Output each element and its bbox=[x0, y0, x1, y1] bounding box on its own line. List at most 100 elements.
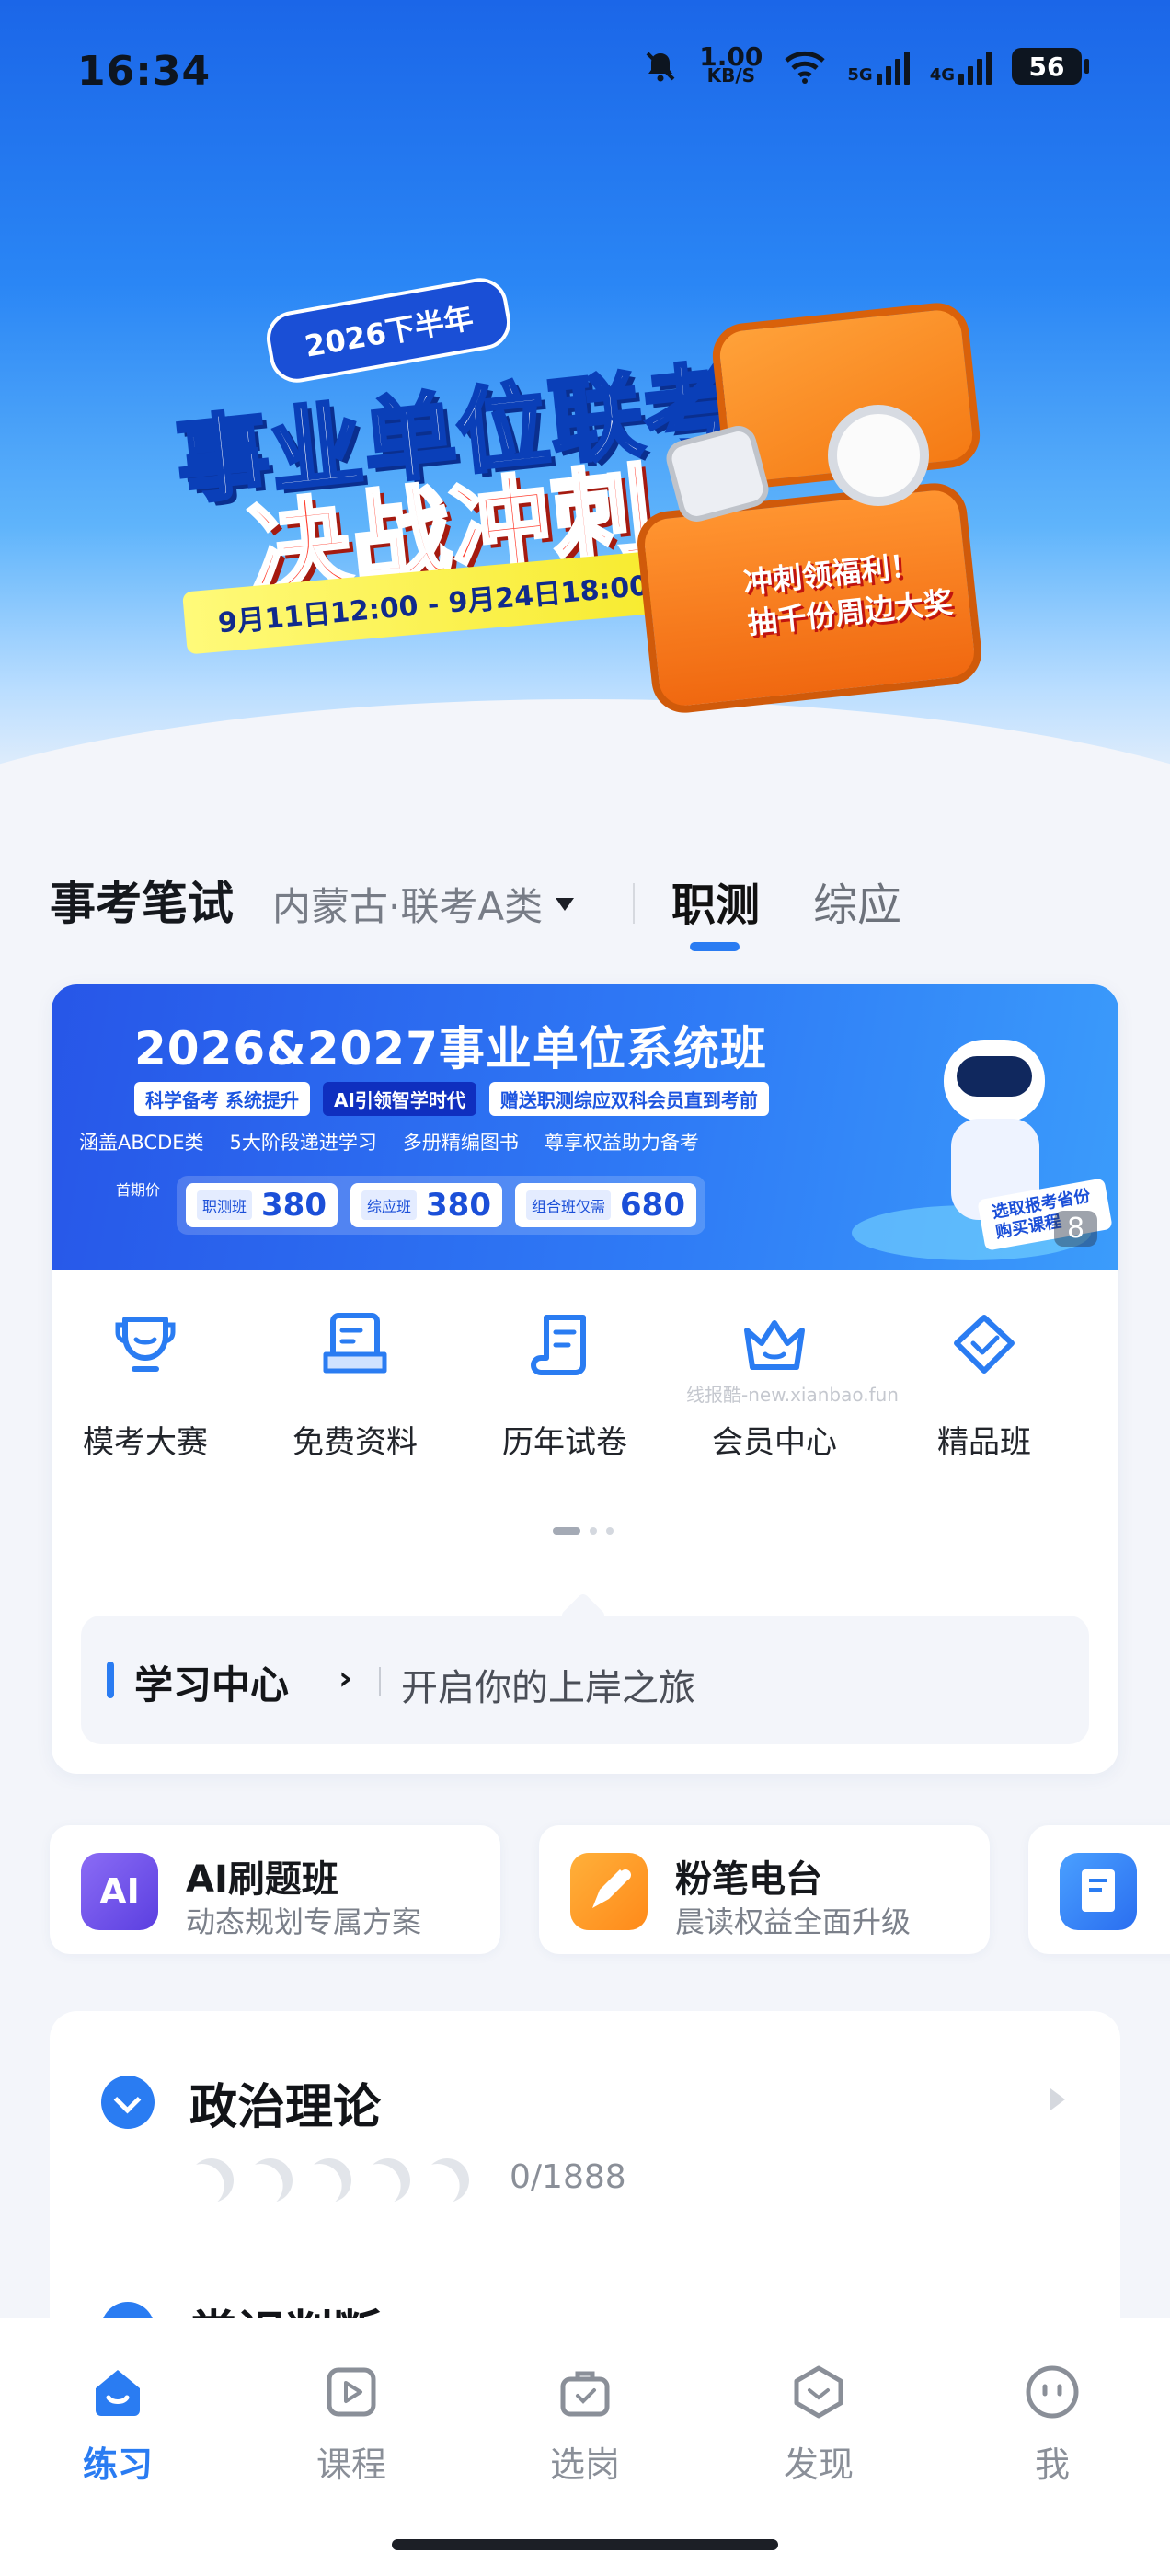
divider bbox=[633, 883, 635, 924]
nav-label: 发现 bbox=[783, 2444, 854, 2485]
ai-icon: AI bbox=[81, 1853, 158, 1930]
promo-feature: 涵盖ABCDE类 bbox=[79, 1132, 204, 1154]
play-arrow-icon[interactable] bbox=[1050, 2088, 1065, 2110]
quick-item-premium-class[interactable]: 精品班 bbox=[911, 1306, 1058, 1462]
price-name: 综应班 bbox=[361, 1190, 418, 1220]
status-time: 16:34 bbox=[77, 48, 212, 95]
status-bar: 16:34 1.00 KB/S 5G 4G 56 bbox=[0, 0, 1170, 147]
signal-4g-icon: 4G bbox=[930, 48, 992, 85]
signal-4g-label: 4G bbox=[929, 65, 955, 85]
quick-item-label: 精品班 bbox=[937, 1424, 1031, 1461]
book-icon bbox=[1060, 1853, 1137, 1930]
nav-label: 选岗 bbox=[549, 2444, 620, 2485]
tab-zhice[interactable]: 职测 bbox=[671, 868, 760, 933]
nav-label: 练习 bbox=[82, 2444, 153, 2485]
course-promo-title: 2026&2027事业单位系统班 bbox=[134, 1022, 767, 1075]
network-speed-unit: KB/S bbox=[706, 64, 756, 86]
play-square-icon bbox=[327, 2367, 376, 2417]
quick-item-label: 历年试卷 bbox=[502, 1424, 627, 1461]
bottom-nav: 练习 课程 选岗 发现 我 bbox=[0, 2318, 1170, 2576]
promo-feature: 多册精编图书 bbox=[402, 1132, 519, 1154]
price-label: 首期价 bbox=[116, 1181, 161, 1199]
price-name: 职测班 bbox=[197, 1190, 253, 1220]
feature-card-book[interactable] bbox=[1028, 1825, 1170, 1954]
trophy-icon bbox=[115, 1317, 176, 1372]
price-name: 组合班仅需 bbox=[526, 1190, 612, 1220]
watermark-text: 线报酷-new.xianbao.fun bbox=[686, 1384, 899, 1406]
carousel-counter: 8 bbox=[1054, 1211, 1098, 1247]
divider bbox=[379, 1667, 381, 1696]
tab-zongying[interactable]: 综应 bbox=[813, 868, 901, 933]
bell-muted-icon bbox=[646, 52, 675, 82]
feature-title: AI刷题班 bbox=[186, 1858, 338, 1901]
tab-active-indicator bbox=[690, 942, 740, 951]
feature-card-ai-practice[interactable]: AI AI刷题班 动态规划专属方案 bbox=[50, 1825, 500, 1954]
moon-icon bbox=[240, 2150, 301, 2211]
signal-5g-label: 5G bbox=[847, 65, 873, 85]
promo-feature: 5大阶段递进学习 bbox=[229, 1132, 377, 1154]
home-indicator[interactable] bbox=[392, 2539, 778, 2550]
study-center-title: 学习中心 bbox=[134, 1662, 290, 1708]
nav-courses[interactable]: 课程 bbox=[287, 2363, 416, 2487]
feature-card-radio[interactable]: 粉笔电台 晨读权益全面升级 bbox=[539, 1825, 990, 1954]
practice-home-icon bbox=[96, 2370, 140, 2416]
region-selector[interactable]: 内蒙古·联考A类 bbox=[272, 876, 575, 932]
document-tray-icon bbox=[323, 1313, 387, 1374]
main-card: 2026&2027事业单位系统班 科学备考 系统提升 AI引领智学时代 赠送职测… bbox=[52, 984, 1118, 1774]
quick-item-free-materials[interactable]: 免费资料 bbox=[281, 1306, 429, 1462]
promo-tag: 赠送职测综应双科会员直到考前 bbox=[488, 1082, 769, 1116]
hero-banner[interactable]: 16:34 1.00 KB/S 5G 4G 56 2026下半年 事业单位联考 … bbox=[0, 0, 1170, 810]
quick-item-label: 会员中心 bbox=[712, 1424, 837, 1461]
promo-tag: AI引领智学时代 bbox=[322, 1082, 476, 1116]
moon-icon bbox=[299, 2150, 360, 2211]
subject-progress: 0/1888 bbox=[510, 2158, 626, 2196]
region-label: 内蒙古·联考A类 bbox=[272, 884, 544, 929]
price-value: 680 bbox=[620, 1187, 685, 1224]
page-indicator bbox=[553, 1527, 614, 1535]
nav-label: 我 bbox=[1034, 2444, 1070, 2485]
course-promo-features: 涵盖ABCDE类 5大阶段递进学习 多册精编图书 尊享权益助力备考 bbox=[79, 1128, 699, 1156]
signal-5g-icon: 5G bbox=[847, 48, 910, 85]
discover-hexagon-icon bbox=[794, 2365, 843, 2419]
scroll-paper-icon bbox=[531, 1315, 586, 1375]
nav-discover[interactable]: 发现 bbox=[754, 2363, 883, 2487]
profile-face-icon bbox=[1026, 2365, 1079, 2419]
feature-subtitle: 动态规划专属方案 bbox=[186, 1904, 422, 1939]
exam-tab-row: 事考笔试 内蒙古·联考A类 职测 综应 bbox=[0, 856, 1170, 957]
moon-icon bbox=[358, 2150, 419, 2211]
status-icons: 1.00 KB/S 5G 4G 56 bbox=[642, 41, 1089, 86]
moon-icon bbox=[181, 2150, 242, 2211]
hero-curve bbox=[0, 699, 1170, 810]
feature-subtitle: 晨读权益全面升级 bbox=[675, 1904, 912, 1939]
moon-icon bbox=[417, 2150, 477, 2211]
promo-feature: 尊享权益助力备考 bbox=[544, 1132, 699, 1154]
quick-item-past-papers[interactable]: 历年试卷 bbox=[491, 1306, 638, 1462]
price-list: 职测班 380 综应班 380 组合班仅需 680 bbox=[177, 1176, 705, 1235]
accent-bar bbox=[107, 1662, 114, 1698]
promo-tag: 科学备考 系统提升 bbox=[134, 1082, 310, 1116]
nav-me[interactable]: 我 bbox=[988, 2363, 1117, 2487]
quick-item-mock-exam[interactable]: 模考大赛 bbox=[72, 1306, 219, 1462]
course-promo-tags: 科学备考 系统提升 AI引领智学时代 赠送职测综应双科会员直到考前 bbox=[134, 1082, 769, 1116]
pen-radio-icon bbox=[570, 1853, 648, 1930]
price-value: 380 bbox=[261, 1187, 327, 1224]
quick-item-label: 模考大赛 bbox=[83, 1424, 208, 1461]
expand-chevron-icon[interactable] bbox=[101, 2076, 155, 2129]
course-promo-banner[interactable]: 2026&2027事业单位系统班 科学备考 系统提升 AI引领智学时代 赠送职测… bbox=[52, 984, 1118, 1270]
subject-name[interactable]: 政治理论 bbox=[189, 2068, 381, 2137]
price-item: 组合班仅需 680 bbox=[515, 1183, 696, 1227]
diamond-icon bbox=[954, 1315, 1015, 1374]
nav-label: 课程 bbox=[315, 2444, 386, 2485]
nav-positions[interactable]: 选岗 bbox=[521, 2363, 649, 2487]
exam-type: 事考笔试 bbox=[50, 877, 234, 930]
network-speed: 1.00 KB/S bbox=[699, 41, 763, 86]
subject-rating bbox=[189, 2158, 469, 2202]
study-center-bar[interactable]: 学习中心 › 开启你的上岸之旅 bbox=[81, 1616, 1089, 1744]
nav-practice[interactable]: 练习 bbox=[53, 2363, 182, 2487]
quick-item-label: 免费资料 bbox=[292, 1424, 418, 1461]
network-speed-value: 1.00 bbox=[699, 41, 763, 72]
quick-access-grid: 模考大赛 免费资料 历年试卷 会员中心 精品班 线报酷-new.xianbao.… bbox=[52, 1288, 1118, 1527]
caret-down-icon bbox=[556, 897, 575, 911]
price-value: 380 bbox=[426, 1187, 491, 1224]
briefcase-icon bbox=[560, 2371, 610, 2417]
